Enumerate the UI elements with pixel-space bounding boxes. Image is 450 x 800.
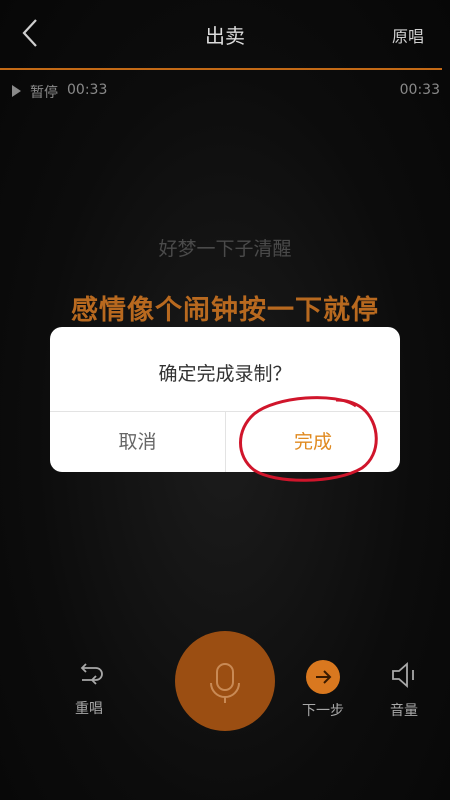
original-vocal-toggle[interactable]: 原唱 xyxy=(392,23,424,47)
play-icon[interactable] xyxy=(12,85,21,97)
pause-label[interactable]: 暂停 xyxy=(30,82,58,102)
current-time: 00:33 xyxy=(67,82,108,98)
progress-bar xyxy=(0,68,442,70)
next-label: 下一步 xyxy=(302,703,344,719)
lyric-previous-line: 好梦一下子清醒 xyxy=(158,238,292,260)
microphone-icon xyxy=(210,663,240,703)
arrow-right-icon xyxy=(316,670,332,684)
next-button[interactable] xyxy=(306,660,340,694)
playback-status: 暂停 00:33 00:33 xyxy=(12,82,440,102)
confirm-button[interactable]: 完成 xyxy=(226,412,400,472)
volume-control[interactable]: 音量 xyxy=(379,660,429,720)
cancel-button[interactable]: 取消 xyxy=(50,412,225,472)
confirm-dialog: 确定完成录制？ 取消 完成 xyxy=(50,327,400,472)
redo-control[interactable]: 重唱 xyxy=(62,660,116,718)
dialog-message: 确定完成录制？ xyxy=(158,363,292,385)
total-time: 00:33 xyxy=(399,82,440,98)
speaker-icon xyxy=(392,662,414,688)
lyric-current-line: 感情像个闹钟按一下就停 xyxy=(71,295,379,326)
page-title: 出卖 xyxy=(205,24,245,48)
next-step-control[interactable]: 下一步 xyxy=(294,660,352,720)
record-button[interactable] xyxy=(175,631,275,731)
redo-icon xyxy=(80,663,103,685)
volume-label: 音量 xyxy=(390,703,418,719)
header: 出卖 原唱 xyxy=(0,0,450,68)
redo-label: 重唱 xyxy=(75,701,103,717)
